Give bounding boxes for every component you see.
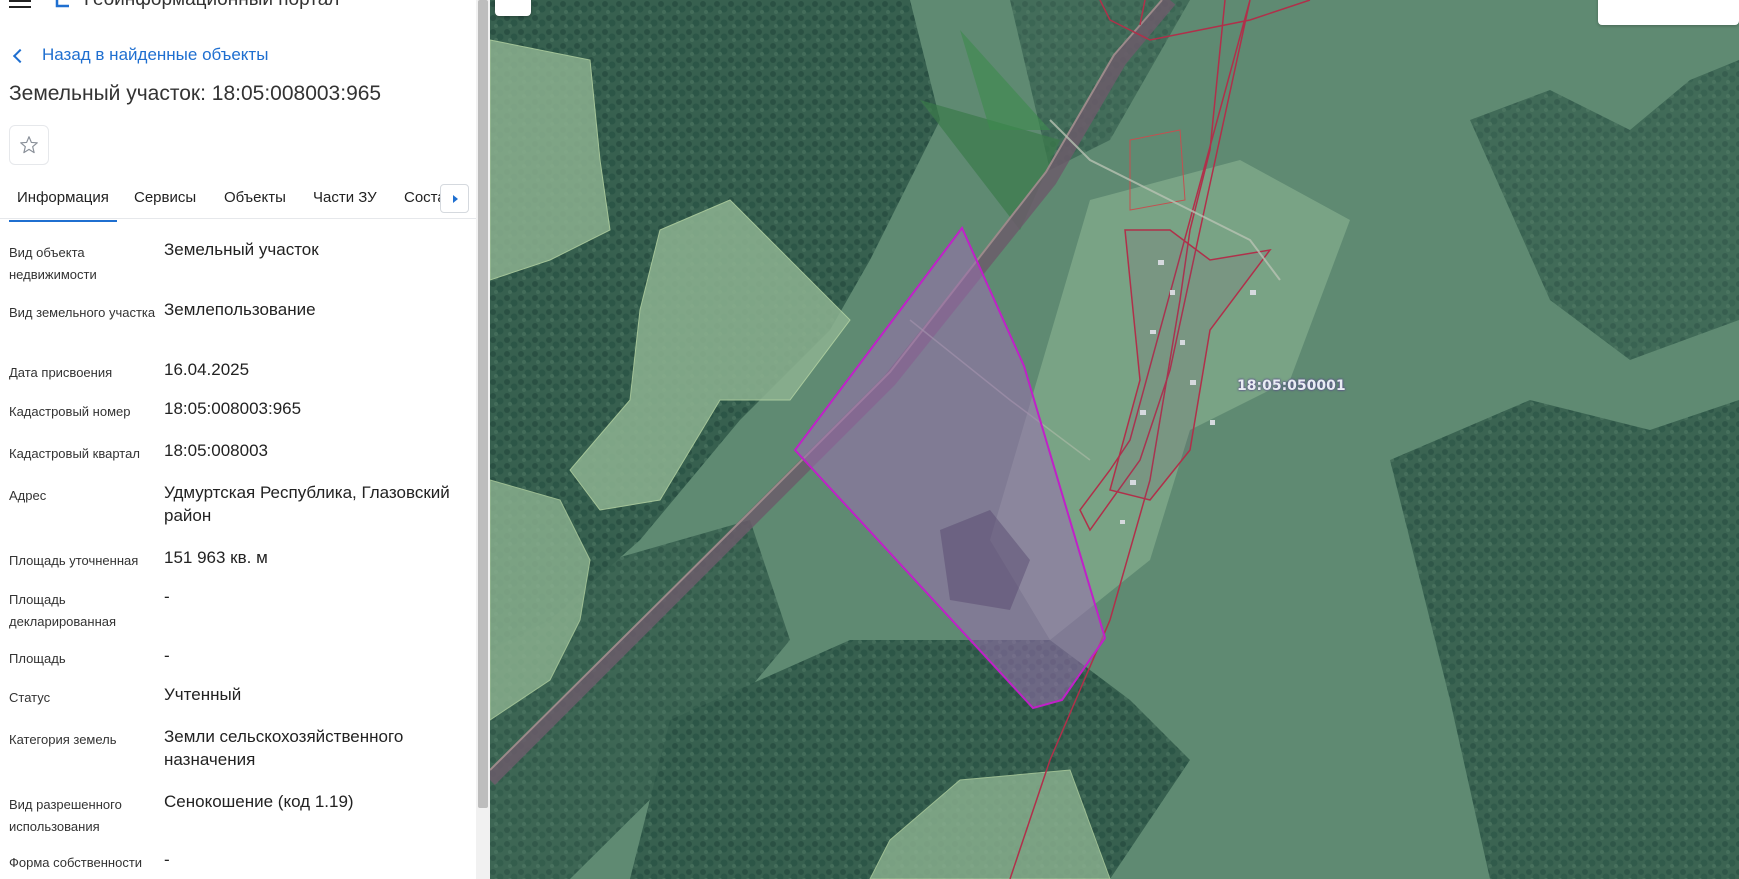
map-view[interactable]: 18:05:050001 xyxy=(490,0,1739,879)
info-value: - xyxy=(164,587,170,606)
info-label: Форма собственности xyxy=(9,855,143,870)
info-row: Категория земель Земли сельскохозяйствен… xyxy=(0,725,460,790)
info-label: Дата присвоения xyxy=(9,365,113,380)
back-link-label: Назад в найденные объекты xyxy=(42,45,269,64)
info-value: Учтенный xyxy=(164,685,242,704)
tab-land-parts[interactable]: Части ЗУ xyxy=(313,189,377,206)
info-row: Вид разрешенного использования Сенокошен… xyxy=(0,790,460,848)
info-row: Вид земельного участка Землепользование xyxy=(0,298,460,358)
info-label: Кадастровый квартал xyxy=(9,446,140,461)
info-row: Площадь уточненная 151 963 кв. м xyxy=(0,546,460,585)
tab-objects[interactable]: Объекты xyxy=(224,189,286,206)
info-label: Статус xyxy=(9,690,51,705)
portal-title: Геоинформационный портал xyxy=(84,0,339,11)
info-value: Сенокошение (код 1.19) xyxy=(164,792,354,811)
info-label: Категория земель xyxy=(9,732,117,747)
info-row: Статус Учтенный xyxy=(0,683,460,725)
info-row: Вид объекта недвижимости Земельный участ… xyxy=(0,238,460,298)
info-label: Площадь уточненная xyxy=(9,553,139,568)
info-label: Площадь xyxy=(9,651,66,666)
star-outline-icon xyxy=(20,136,38,154)
info-row: Дата присвоения 16.04.2025 xyxy=(0,358,460,397)
cadastral-quarter-label[interactable]: 18:05:050001 xyxy=(1237,378,1346,394)
info-value: Удмуртская Республика, Глазовский район xyxy=(164,483,450,525)
hamburger-icon[interactable] xyxy=(9,0,31,8)
info-row: Площадь декларированная - xyxy=(0,585,460,644)
chevron-left-icon xyxy=(12,48,28,63)
tab-bar: Информация Сервисы Объекты Части ЗУ Сост… xyxy=(0,180,476,222)
info-list: Вид объекта недвижимости Земельный участ… xyxy=(0,238,460,879)
info-label: Кадастровый номер xyxy=(9,404,131,419)
info-label: Площадь декларированная xyxy=(9,592,117,629)
info-value: 151 963 кв. м xyxy=(164,548,268,567)
info-label: Адрес xyxy=(9,488,47,503)
page-title: Земельный участок: 18:05:008003:965 xyxy=(9,82,382,105)
tabs-scroll-right-button[interactable] xyxy=(440,184,469,213)
panel-scrollbar-thumb[interactable] xyxy=(478,0,488,808)
info-label: Вид разрешенного использования xyxy=(9,797,122,834)
info-label: Вид земельного участка xyxy=(9,305,156,320)
collapse-panel-button[interactable] xyxy=(495,0,531,16)
info-row: Форма собственности - xyxy=(0,848,460,879)
info-row: Площадь - xyxy=(0,644,460,683)
portal-logo-icon xyxy=(55,0,69,8)
tab-information[interactable]: Информация xyxy=(9,189,117,222)
info-value: Земли сельскохозяйственного назначения xyxy=(164,727,404,769)
info-value: Землепользование xyxy=(164,300,316,319)
favorite-button[interactable] xyxy=(9,125,49,165)
info-value: - xyxy=(164,646,170,665)
back-to-results-link[interactable]: Назад в найденные объекты xyxy=(12,44,269,66)
info-value: - xyxy=(164,850,170,869)
info-value: 18:05:008003 xyxy=(164,441,268,460)
caret-right-icon xyxy=(452,194,458,203)
map-control-card[interactable] xyxy=(1598,0,1739,25)
info-value: Земельный участок xyxy=(164,240,319,259)
app-window: Геоинформационный портал Назад в найденн… xyxy=(0,0,1739,879)
info-row: Адрес Удмуртская Республика, Глазовский … xyxy=(0,481,460,546)
tab-services[interactable]: Сервисы xyxy=(134,189,196,206)
info-row: Кадастровый квартал 18:05:008003 xyxy=(0,439,460,481)
info-value: 18:05:008003:965 xyxy=(164,399,302,418)
top-bar: Геоинформационный портал xyxy=(0,0,476,12)
info-panel: Геоинформационный портал Назад в найденн… xyxy=(0,0,476,879)
info-label: Вид объекта недвижимости xyxy=(9,245,97,282)
info-row: Кадастровый номер 18:05:008003:965 xyxy=(0,397,460,439)
info-value: 16.04.2025 xyxy=(164,360,250,379)
map-canvas[interactable] xyxy=(490,0,1739,879)
